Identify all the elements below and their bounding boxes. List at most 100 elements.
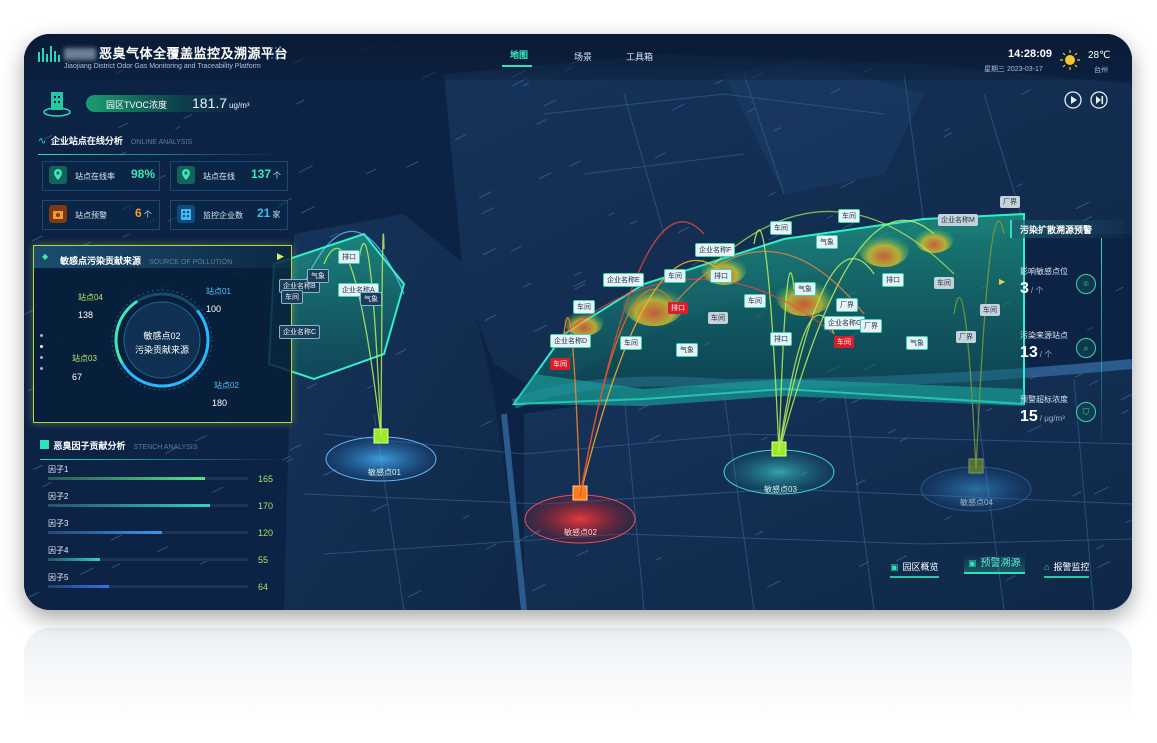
- pager-dots[interactable]: [40, 334, 43, 370]
- station-value: 180: [212, 398, 228, 408]
- tab-scene[interactable]: 场景: [574, 50, 592, 63]
- metric-label: 站点在线: [203, 172, 235, 181]
- factor-bar-fill: [48, 585, 109, 588]
- factor-value: 120: [258, 528, 274, 538]
- location-icon[interactable]: ⌾: [1076, 274, 1096, 294]
- metric-label: 监控企业数: [203, 211, 243, 220]
- metric-number: 21: [257, 206, 271, 220]
- sensor-label[interactable]: 敏感点04: [960, 497, 993, 508]
- source-icon[interactable]: ⌕: [1076, 338, 1096, 358]
- overview-icon: ▣: [890, 562, 899, 572]
- building-icon: [42, 88, 72, 123]
- temperature: 28℃: [1088, 50, 1111, 61]
- tab-map-label: 地图: [510, 50, 529, 60]
- metric-unit: 个: [143, 210, 152, 219]
- city: 台州: [1094, 67, 1108, 74]
- park-overview-button[interactable]: ▣ 园区概览: [890, 560, 939, 578]
- map-marker[interactable]: 排口: [770, 332, 792, 346]
- station-value: 67: [72, 372, 83, 382]
- map-marker[interactable]: 车间: [620, 336, 642, 350]
- play-icon[interactable]: [1064, 91, 1082, 114]
- online-analysis-header: ∿ 企业站点在线分析 ONLINE ANALYSIS: [38, 131, 284, 155]
- map-marker[interactable]: 气象: [360, 292, 382, 306]
- factor-label: 因子5: [48, 573, 69, 582]
- map-marker[interactable]: 车间: [980, 304, 1000, 316]
- map-marker[interactable]: 厂界: [1000, 196, 1020, 208]
- pointer-icon: ▶: [999, 277, 1006, 286]
- right-panel-title: 污染扩散溯源预警: [1020, 225, 1093, 235]
- map-marker[interactable]: 车间: [744, 294, 766, 308]
- title-cn: 恶臭气体全覆盖监控及溯源平台: [99, 46, 289, 61]
- factor-bar-fill: [48, 477, 206, 480]
- stench-analysis-subtitle: STENCH ANALYSIS: [133, 444, 198, 451]
- bar-chart-icon: [40, 440, 49, 450]
- online-analysis-subtitle: ONLINE ANALYSIS: [130, 139, 193, 146]
- right-item-label: 影响敏感点位: [1020, 267, 1068, 276]
- factor-bar-fill: [48, 558, 101, 561]
- map-marker[interactable]: 车间: [708, 312, 728, 324]
- next-icon[interactable]: [1090, 91, 1108, 114]
- pager-dot[interactable]: [40, 367, 43, 370]
- map-marker[interactable]: 车间: [834, 336, 854, 348]
- map-marker[interactable]: 企业名称E: [603, 273, 644, 287]
- map-marker[interactable]: 车间: [281, 290, 303, 304]
- right-item-value: 3/ 个: [1020, 280, 1043, 298]
- metric-value: 98%: [131, 167, 155, 181]
- map-marker[interactable]: 气象: [794, 282, 816, 296]
- station-name: 站点03: [72, 354, 97, 363]
- map-marker[interactable]: 企业名称C: [279, 325, 321, 339]
- clock-time: 14:28:09: [1008, 48, 1053, 60]
- map-marker[interactable]: 车间: [664, 269, 686, 283]
- frame-reflection: [24, 628, 1132, 738]
- map-marker[interactable]: 排口: [882, 273, 904, 287]
- map-marker[interactable]: 企业名称F: [695, 243, 736, 257]
- right-unit: / 个: [1039, 350, 1053, 359]
- map-marker[interactable]: 厂界: [836, 298, 858, 312]
- map-marker[interactable]: 气象: [906, 336, 928, 350]
- map-marker[interactable]: 厂界: [956, 331, 976, 343]
- stench-analysis-title: 恶臭因子贡献分析: [53, 441, 126, 451]
- map-marker[interactable]: 企业名称D: [550, 334, 592, 348]
- warning-trace-button[interactable]: ▣ 预警溯源: [964, 554, 1025, 574]
- tvoc-number: 181.7: [192, 95, 228, 111]
- leaf-icon: ◆: [42, 252, 49, 261]
- pager-dot[interactable]: [40, 345, 43, 348]
- map-marker[interactable]: 车间: [770, 221, 792, 235]
- sensor-label[interactable]: 敏感点01: [368, 467, 401, 478]
- arrow-right-icon[interactable]: ▶: [277, 251, 284, 262]
- pager-dot[interactable]: [40, 356, 43, 359]
- station-name: 站点01: [206, 287, 231, 296]
- metric-enterprises: 监控企业数 21 家: [170, 200, 288, 230]
- trace-icon: ▣: [968, 558, 977, 568]
- tab-map[interactable]: 地图: [502, 48, 532, 67]
- metric-online-count: 站点在线 137 个: [170, 161, 288, 191]
- enterprise-icon: [177, 205, 195, 223]
- alarm-monitor-button[interactable]: ⌂ 报警监控: [1044, 560, 1090, 578]
- map-marker[interactable]: 厂界: [860, 319, 882, 333]
- map-marker[interactable]: 排口: [710, 269, 732, 283]
- right-panel-header: 污染扩散溯源预警: [1010, 220, 1124, 238]
- map-marker[interactable]: 车间: [934, 277, 954, 289]
- tab-toolbox[interactable]: 工具箱: [626, 50, 653, 63]
- sensor-label[interactable]: 敏感点03: [764, 484, 797, 495]
- map-marker[interactable]: 车间: [550, 358, 570, 370]
- map-marker[interactable]: 气象: [676, 343, 698, 357]
- right-item-label: 污染来源站点: [1020, 331, 1068, 340]
- map-marker[interactable]: 车间: [573, 300, 595, 314]
- map-marker[interactable]: 气象: [816, 235, 838, 249]
- sensor-label[interactable]: 敏感点02: [564, 527, 597, 538]
- factor-bar-fill: [48, 504, 210, 507]
- map-marker[interactable]: 排口: [338, 250, 360, 264]
- shield-icon[interactable]: ⛉: [1076, 402, 1096, 422]
- active-tab-indicator: [502, 65, 532, 67]
- right-item-value: 15/ μg/m³: [1020, 408, 1065, 426]
- metric-label: 站点预警: [75, 211, 107, 220]
- map-marker[interactable]: 排口: [668, 302, 688, 314]
- map-marker[interactable]: 气象: [307, 269, 329, 283]
- factor-label: 因子1: [48, 465, 69, 474]
- redacted-region: [64, 47, 96, 60]
- map-marker[interactable]: 企业名称M: [938, 214, 978, 226]
- right-unit: / 个: [1030, 286, 1044, 295]
- pager-dot[interactable]: [40, 334, 43, 337]
- map-marker[interactable]: 车间: [838, 209, 860, 223]
